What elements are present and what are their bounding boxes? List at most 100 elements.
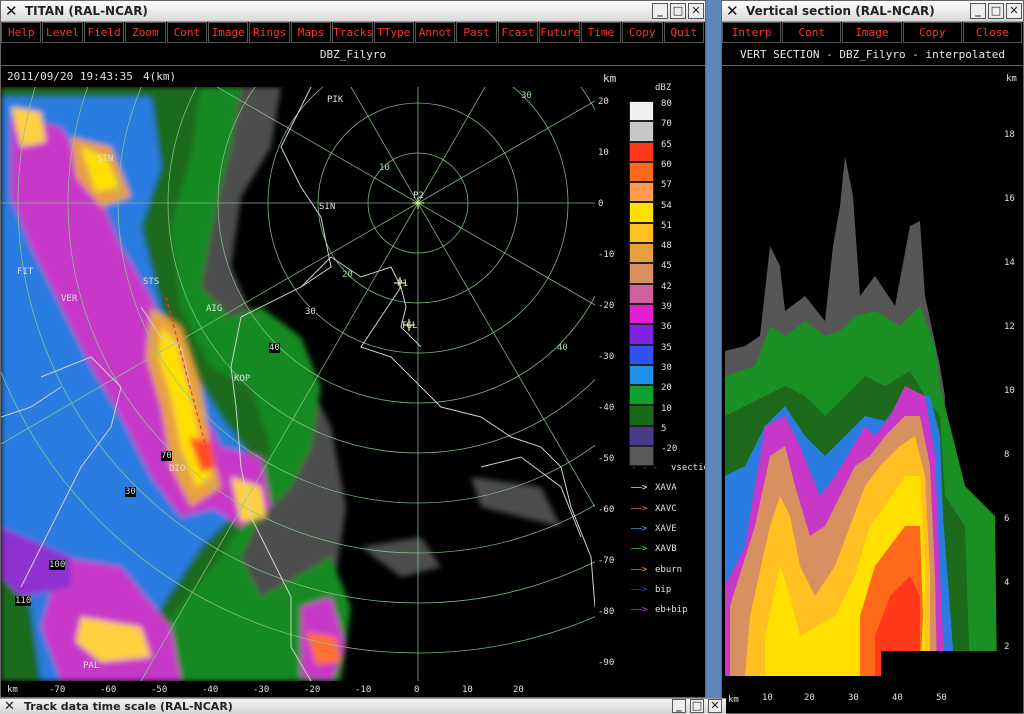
y-tick: 18 <box>1004 130 1015 140</box>
arrow-icon: ——> <box>631 605 648 616</box>
color-swatch <box>629 324 654 345</box>
x-unit-label: km <box>728 695 739 705</box>
y-tick: -40 <box>598 403 615 413</box>
minimize-icon[interactable]: _ <box>970 3 986 19</box>
color-swatch <box>629 283 654 304</box>
menu-time[interactable]: Time <box>580 22 622 43</box>
ring-label-20: 20 <box>342 270 353 280</box>
menu-rings[interactable]: Rings <box>249 22 290 43</box>
x-tick: -20 <box>304 685 321 695</box>
arrow-legend-item: ——> XAVB <box>631 544 677 554</box>
color-swatch <box>629 101 654 122</box>
color-swatch <box>629 405 654 426</box>
y-tick: -80 <box>598 607 615 617</box>
menu-cont[interactable]: Cont <box>166 22 208 43</box>
menu-cont[interactable]: Cont <box>782 22 842 43</box>
cell-label: 70 <box>161 451 172 461</box>
arrow-legend-item: ——> eburn <box>631 565 682 575</box>
site-label-pik: PIK <box>327 95 344 105</box>
menu-image[interactable]: Image <box>842 22 902 43</box>
cell-label: 100 <box>49 560 66 570</box>
minimize-icon[interactable]: _ <box>652 3 668 19</box>
color-swatch <box>629 425 654 447</box>
maximize-icon[interactable]: □ <box>690 699 704 713</box>
titan-titlebar[interactable]: ✕ TITAN (RAL-NCAR) _ □ ✕ <box>1 1 705 22</box>
color-swatch <box>629 202 654 223</box>
y-tick: 6 <box>1004 514 1010 524</box>
arrow-icon: ——> <box>631 564 648 575</box>
vsection-svg <box>725 96 997 676</box>
color-swatch <box>629 222 654 244</box>
y-tick: 0 <box>598 199 604 209</box>
menu-copy[interactable]: Copy <box>622 22 663 43</box>
color-swatch <box>629 263 654 284</box>
maximize-icon[interactable]: □ <box>988 3 1004 19</box>
arrow-legend-item: - - - vsection <box>631 463 705 473</box>
color-scale <box>629 101 659 467</box>
vsection-plot[interactable] <box>725 96 997 676</box>
site-label-sts: STS <box>143 277 160 287</box>
site-label-p1: P1 <box>397 279 408 289</box>
menu-zoom[interactable]: Zoom <box>125 22 166 43</box>
close-icon[interactable]: ✕ <box>1006 3 1022 19</box>
menu-ttype[interactable]: TType <box>373 22 415 43</box>
x-tick: -40 <box>202 685 219 695</box>
window-title: TITAN (RAL-NCAR) <box>25 4 148 18</box>
arrow-legend-item: ——> XAVE <box>631 524 677 534</box>
color-scale-label: 39 <box>661 302 672 312</box>
vertical-section-window: ✕ Vertical section (RAL-NCAR) _ □ ✕ Inte… <box>721 0 1024 714</box>
x-logo-icon: ✕ <box>4 699 15 714</box>
color-scale-label: 45 <box>661 261 672 272</box>
maximize-icon[interactable]: □ <box>670 3 686 19</box>
color-scale-label: 35 <box>661 342 672 353</box>
menu-close[interactable]: Close <box>962 22 1023 43</box>
y-tick: -60 <box>598 505 615 515</box>
y-tick: 14 <box>1004 258 1015 268</box>
arrow-legend-label: XAVE <box>655 523 677 534</box>
menu-quit[interactable]: Quit <box>663 22 704 43</box>
menu-maps[interactable]: Maps <box>290 22 332 43</box>
arrow-legend-label: bip <box>655 584 672 595</box>
minimize-icon[interactable]: _ <box>672 699 686 713</box>
color-scale-label: 48 <box>661 241 672 252</box>
menu-past[interactable]: Past <box>456 22 497 43</box>
y-tick: -70 <box>598 556 615 566</box>
y-tick: 8 <box>1004 450 1010 460</box>
menu-field[interactable]: Field <box>83 22 125 43</box>
menu-interp[interactable]: Interp <box>722 22 782 43</box>
arrow-icon: ——> <box>631 503 648 514</box>
menu-level[interactable]: Level <box>42 22 83 43</box>
color-scale-label: 42 <box>661 281 672 292</box>
menu-tracks[interactable]: Tracks <box>332 22 373 43</box>
color-swatch <box>629 385 654 406</box>
y-tick: -30 <box>598 352 615 362</box>
radar-map[interactable]: PIK SIN STN FIT VER STS AIG KOP DIO PAL … <box>1 1 705 682</box>
cell-label: 110 <box>15 596 32 606</box>
radar-map-svg <box>1 1 705 682</box>
y-tick: 10 <box>1004 386 1015 396</box>
menu-annot[interactable]: Annot <box>415 22 456 43</box>
menu-future[interactable]: Future <box>539 22 580 43</box>
menu-image[interactable]: Image <box>208 22 249 43</box>
titan-window: ✕ TITAN (RAL-NCAR) _ □ ✕ Help Level Fiel… <box>0 0 706 698</box>
color-scale-label: -20 <box>661 444 678 455</box>
menu-copy[interactable]: Copy <box>902 22 962 43</box>
height-label: 4(km) <box>143 70 177 83</box>
vsection-titlebar[interactable]: ✕ Vertical section (RAL-NCAR) _ □ ✕ <box>722 1 1023 22</box>
site-label-kop: KOP <box>234 374 251 384</box>
x-tick: 50 <box>936 693 947 703</box>
x-tick: -50 <box>151 685 168 695</box>
arrow-legend-label: eb+bip <box>655 605 688 616</box>
color-scale-label: 30 <box>661 362 672 373</box>
arrow-legend-item: ——> XAVA <box>631 483 677 493</box>
color-swatch <box>629 182 654 203</box>
menu-fcast[interactable]: Fcast <box>497 22 539 43</box>
close-icon[interactable]: ✕ <box>708 699 722 713</box>
menu-help[interactable]: Help <box>1 22 42 43</box>
color-scale-label: 51 <box>661 220 672 231</box>
arrow-icon: ——> <box>631 523 648 534</box>
track-data-window-titlebar[interactable]: ✕ Track data time scale (RAL-NCAR) _ □ ✕ <box>0 698 726 714</box>
site-label-aig: AIG <box>206 304 223 314</box>
ring-label-40: 40 <box>557 343 568 353</box>
close-icon[interactable]: ✕ <box>688 3 704 19</box>
